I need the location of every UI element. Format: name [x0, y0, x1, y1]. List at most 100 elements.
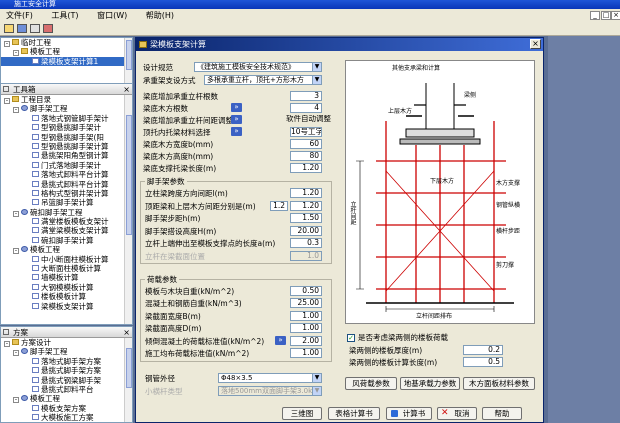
3d-view-button[interactable]: 三维图: [282, 407, 322, 420]
tree-item[interactable]: - 碗扣脚手架工程: [1, 208, 132, 217]
design-spec-select[interactable]: 《建筑施工模板安全技术规范》 ▼: [194, 62, 322, 72]
expand-toggle-icon[interactable]: -: [13, 210, 19, 217]
table-report-button[interactable]: 表格计算书: [328, 407, 380, 420]
param-input[interactable]: 1.00: [290, 323, 322, 334]
tree-item[interactable]: - 方案设计: [1, 338, 132, 347]
param-input[interactable]: 1.00: [290, 310, 322, 321]
tree-item[interactable]: 门式落地脚手架计: [1, 161, 132, 170]
expand-toggle-icon[interactable]: -: [4, 41, 10, 47]
wood-panel-params-button[interactable]: 木方面板材料参数: [463, 377, 535, 390]
param-input[interactable]: 1.20: [290, 200, 322, 211]
report-button[interactable]: 计算书: [386, 407, 432, 420]
delete-icon[interactable]: [43, 24, 53, 33]
tree-item[interactable]: - 模板工程: [1, 394, 132, 404]
expand-arrow-icon[interactable]: »: [231, 127, 242, 136]
expand-toggle-icon[interactable]: -: [13, 397, 19, 404]
param-input[interactable]: 60: [290, 139, 322, 149]
param-input[interactable]: 2.00: [290, 335, 322, 346]
close-icon[interactable]: ×: [123, 84, 130, 95]
save-icon[interactable]: [17, 24, 27, 33]
tree-item[interactable]: 悬挑式卸料平台: [1, 385, 132, 394]
tree-item[interactable]: 梁模板支架计算: [1, 302, 132, 311]
slab-load-checkbox[interactable]: ✓: [347, 334, 355, 342]
tree-item[interactable]: 楼板模板计算: [1, 292, 132, 301]
expand-toggle-icon[interactable]: -: [4, 98, 10, 104]
tree-item[interactable]: - 模板工程: [1, 245, 132, 255]
tree-item[interactable]: 大模板施工方案: [1, 413, 132, 422]
param-input[interactable]: 1.0: [290, 251, 322, 261]
tree-item[interactable]: 悬挑式卸料平台计算: [1, 180, 132, 189]
param-input[interactable]: 20.00: [290, 225, 322, 236]
param-input[interactable]: 0.3: [290, 238, 322, 249]
tree-item[interactable]: - 工程目录: [1, 95, 132, 104]
menu-file[interactable]: 文件(F): [6, 11, 33, 20]
foundation-params-button[interactable]: 地基承载力参数: [400, 377, 460, 390]
slab-length-input[interactable]: 0.5: [463, 357, 503, 367]
expand-arrow-icon[interactable]: »: [231, 115, 242, 124]
wind-load-params-button[interactable]: 风荷载参数: [345, 377, 397, 390]
support-mode-select[interactable]: 多根承重立杆，顶托+方形木方 ▼: [204, 75, 322, 85]
document-icon: [32, 218, 39, 225]
tree-item[interactable]: 大断面柱模板计算: [1, 264, 132, 273]
menu-window[interactable]: 窗口(W): [97, 11, 127, 20]
steel-diameter-select[interactable]: Φ48×3.5 ▼: [218, 373, 322, 383]
scheme-scrollbar[interactable]: [124, 338, 132, 422]
param-input[interactable]: 1.00: [290, 348, 322, 358]
cancel-button[interactable]: ✕ 取消: [437, 407, 477, 420]
param-input[interactable]: 1.50: [290, 213, 322, 224]
param-input[interactable]: 80: [290, 151, 322, 161]
tree-item[interactable]: 墙模板计算: [1, 273, 132, 282]
tree-item[interactable]: 悬挑架阳角型钢计算: [1, 151, 132, 160]
param-input[interactable]: 25.00: [290, 298, 322, 309]
expand-arrow-icon[interactable]: »: [275, 335, 286, 345]
tree-item[interactable]: - 脚手架工程: [1, 104, 132, 114]
mdi-close-button[interactable]: ×: [611, 11, 620, 20]
toolbox-scrollbar[interactable]: [124, 95, 132, 324]
open-folder-icon[interactable]: [4, 24, 14, 33]
tree-item[interactable]: 满堂梁模板支架计算: [1, 226, 132, 235]
tree-item[interactable]: 型钢悬挑脚手架(阳: [1, 133, 132, 142]
mdi-minimize-button[interactable]: _: [590, 11, 600, 20]
menu-tools[interactable]: 工具(T): [51, 11, 78, 20]
expand-toggle-icon[interactable]: -: [13, 248, 19, 255]
tree-item[interactable]: 型钢悬挑脚手架计: [1, 123, 132, 132]
tree-item[interactable]: 悬挑式钢梁脚手架: [1, 376, 132, 385]
pin-icon[interactable]: [3, 329, 9, 335]
tree-item[interactable]: 大钢模模板计算: [1, 283, 132, 292]
expand-toggle-icon[interactable]: -: [13, 50, 19, 57]
crossbar-type-select[interactable]: 落地500mm双面脚手架3.0kN ▼: [218, 386, 322, 396]
expand-toggle-icon[interactable]: -: [4, 341, 10, 347]
tree-item[interactable]: 落地式钢管脚手架计: [1, 114, 132, 123]
param-input[interactable]: 0.50: [290, 286, 322, 296]
pin-icon[interactable]: [3, 86, 9, 92]
param-input[interactable]: 3: [290, 91, 322, 101]
tree-item[interactable]: 碗扣脚手架计算: [1, 236, 132, 245]
tree-item[interactable]: - 临时工程: [1, 38, 132, 47]
tree-item[interactable]: 梁模板支架计算1: [1, 56, 132, 67]
tree-item[interactable]: 格构式型钢井架计算: [1, 189, 132, 198]
expand-toggle-icon[interactable]: -: [13, 350, 19, 357]
tree-item[interactable]: - 脚手架工程: [1, 347, 132, 357]
help-button[interactable]: 帮助: [482, 407, 522, 420]
tree-item[interactable]: 落地式脚手架方案: [1, 357, 132, 366]
tree-item[interactable]: 吊篮脚手架计算: [1, 198, 132, 207]
tree-item[interactable]: 型钢悬挑脚手架计算: [1, 142, 132, 151]
tree-item[interactable]: - 模板工程: [1, 47, 132, 57]
tree-item[interactable]: 模板支架方案: [1, 404, 132, 413]
close-icon[interactable]: ×: [123, 327, 130, 338]
expand-toggle-icon[interactable]: -: [13, 107, 19, 114]
tree-item[interactable]: 中小断面柱模板计算: [1, 255, 132, 264]
mdi-restore-button[interactable]: □: [601, 11, 611, 20]
dialog-close-button[interactable]: ×: [530, 39, 541, 49]
menu-help[interactable]: 帮助(H): [146, 11, 174, 20]
param-input[interactable]: 10号工字钢: [290, 127, 322, 137]
tree-item[interactable]: 悬挑式脚手架方案: [1, 366, 132, 375]
print-icon[interactable]: [30, 24, 40, 33]
param-input[interactable]: 1.20: [290, 188, 322, 198]
param-input-a[interactable]: 1.2: [270, 200, 288, 211]
tree-item[interactable]: 落地式卸料平台计算: [1, 170, 132, 179]
expand-arrow-icon[interactable]: »: [231, 103, 242, 112]
slab-thickness-input[interactable]: 0.2: [463, 345, 503, 355]
param-input[interactable]: 1.20: [290, 163, 322, 173]
param-input[interactable]: 4: [290, 103, 322, 113]
